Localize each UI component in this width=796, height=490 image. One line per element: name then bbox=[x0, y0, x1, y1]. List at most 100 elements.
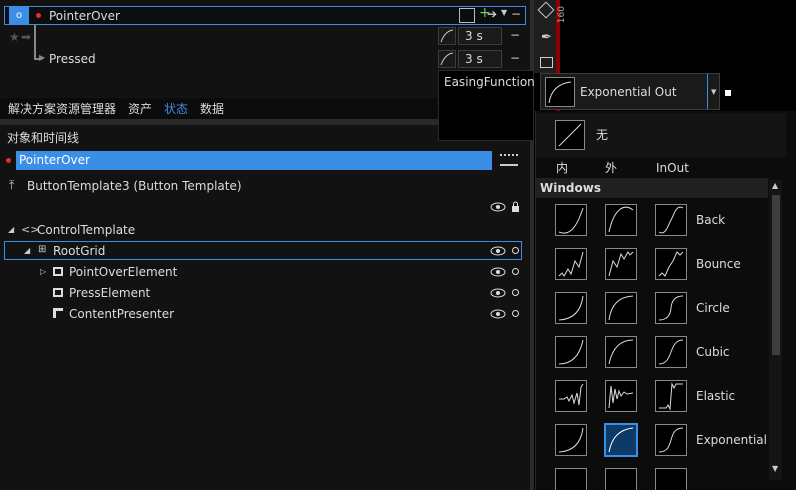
easing-next-inout[interactable] bbox=[655, 468, 687, 490]
easing-selected-value: Exponential Out bbox=[580, 85, 677, 99]
star-icon[interactable]: ★ bbox=[9, 30, 20, 44]
arrowhead-icon: ▶ bbox=[39, 53, 46, 62]
easing-back-in[interactable] bbox=[555, 204, 587, 236]
easing-exponential-out[interactable] bbox=[604, 423, 638, 457]
scope-up-icon[interactable]: ⤒ bbox=[9, 178, 14, 193]
transition-preview-icon[interactable] bbox=[459, 8, 475, 23]
tree-item-rootgrid[interactable]: RootGrid bbox=[53, 244, 105, 258]
mode-tab-out[interactable]: 外 bbox=[605, 161, 617, 175]
easing-mode-tabs: 内 外 InOut bbox=[536, 158, 786, 178]
lock-circle-icon[interactable] bbox=[512, 289, 519, 296]
easing-property-panel: EasingFunction bbox=[438, 70, 535, 141]
duration-field-2[interactable]: 3 s bbox=[458, 50, 502, 68]
easing-elastic-inout[interactable] bbox=[655, 380, 687, 412]
easing-label-cubic: Cubic bbox=[696, 345, 730, 359]
easing-cubic-inout[interactable] bbox=[655, 336, 687, 368]
easing-button-1[interactable] bbox=[438, 27, 456, 45]
easing-next-out[interactable] bbox=[605, 468, 637, 490]
rectangle-icon bbox=[53, 288, 63, 297]
tab-data[interactable]: 数据 bbox=[200, 100, 224, 118]
lock-circle-icon[interactable] bbox=[512, 268, 519, 275]
state-name: PointerOver bbox=[49, 9, 120, 23]
eye-icon[interactable] bbox=[490, 309, 506, 319]
select-divider bbox=[707, 74, 708, 109]
mode-tab-in[interactable]: 内 bbox=[556, 161, 568, 175]
collapse-icon[interactable]: ◢ bbox=[24, 246, 30, 255]
advanced-options-square[interactable] bbox=[725, 90, 731, 96]
grid-icon: ⊞ bbox=[38, 244, 47, 255]
tree-item-pointoverelement[interactable]: PointOverElement bbox=[69, 265, 177, 279]
duration-field-1[interactable]: 3 s bbox=[458, 27, 502, 45]
lock-circle-icon[interactable] bbox=[512, 310, 519, 317]
content-presenter-icon bbox=[53, 308, 63, 318]
lock-icon[interactable] bbox=[511, 201, 520, 212]
scroll-down-icon[interactable]: ▼ bbox=[772, 464, 778, 473]
rectangle-tool-icon[interactable] bbox=[540, 57, 553, 68]
timeline-icon[interactable] bbox=[500, 154, 518, 166]
eye-icon[interactable] bbox=[490, 288, 506, 298]
scroll-up-icon[interactable]: ▲ bbox=[772, 181, 778, 190]
easing-exponential-in[interactable] bbox=[555, 424, 587, 456]
transition-target-label: Pressed bbox=[49, 52, 96, 66]
recording-dot bbox=[36, 13, 41, 18]
eye-icon[interactable] bbox=[490, 202, 506, 212]
collapse-icon[interactable]: ◢ bbox=[8, 225, 14, 234]
easing-bounce-inout[interactable] bbox=[655, 248, 687, 280]
eye-icon[interactable] bbox=[490, 267, 506, 277]
remove-transition-icon-1[interactable]: − bbox=[510, 28, 520, 42]
easing-button-2[interactable] bbox=[438, 50, 456, 68]
easing-cubic-in[interactable] bbox=[555, 336, 587, 368]
easing-label-circle: Circle bbox=[696, 301, 730, 315]
easing-option-none[interactable]: 无 bbox=[536, 113, 786, 157]
tab-solution-explorer[interactable]: 解决方案资源管理器 bbox=[8, 100, 116, 118]
recording-state-name: PointerOver bbox=[19, 153, 90, 167]
tab-states[interactable]: 状态 bbox=[164, 100, 188, 118]
group-label: Windows bbox=[540, 181, 601, 195]
easing-next-in[interactable] bbox=[555, 468, 587, 490]
tab-assets[interactable]: 资产 bbox=[128, 100, 152, 118]
easing-back-inout[interactable] bbox=[655, 204, 687, 236]
ruler-mark: 160 bbox=[557, 6, 567, 24]
none-label: 无 bbox=[596, 128, 609, 142]
easing-bounce-in[interactable] bbox=[555, 248, 587, 280]
easing-group-header: Windows bbox=[536, 178, 768, 198]
easing-label-back: Back bbox=[696, 213, 726, 227]
remove-transition-icon-2[interactable]: − bbox=[510, 51, 520, 65]
easing-circle-inout[interactable] bbox=[655, 292, 687, 324]
delete-state-icon[interactable]: − bbox=[511, 7, 521, 21]
easing-cubic-out[interactable] bbox=[605, 336, 637, 368]
template-scope: ButtonTemplate3 (Button Template) bbox=[27, 179, 242, 193]
easing-elastic-in[interactable] bbox=[555, 380, 587, 412]
easing-elastic-out[interactable] bbox=[605, 380, 637, 412]
tree-item-presselement[interactable]: PressElement bbox=[69, 286, 150, 300]
arrow-right-icon: ➡ bbox=[21, 30, 32, 44]
expand-icon[interactable]: ▷ bbox=[40, 267, 46, 276]
tree-item-controltemplate[interactable]: ControlTemplate bbox=[37, 223, 135, 237]
eye-icon[interactable] bbox=[490, 246, 506, 256]
linear-icon bbox=[555, 120, 585, 150]
easing-label-bounce: Bounce bbox=[696, 257, 741, 271]
easing-circle-in[interactable] bbox=[555, 292, 587, 324]
easing-exponential-inout[interactable] bbox=[655, 424, 687, 456]
chevron-down-icon[interactable]: ▼ bbox=[711, 88, 716, 96]
scrollbar-thumb[interactable] bbox=[772, 195, 780, 355]
arrow-icon: ➔ bbox=[487, 7, 498, 21]
easing-bounce-out[interactable] bbox=[605, 248, 637, 280]
easing-circle-out[interactable] bbox=[605, 292, 637, 324]
easing-label-elastic: Elastic bbox=[696, 389, 736, 403]
mode-tab-inout[interactable]: InOut bbox=[656, 161, 689, 175]
state-row-pointerover[interactable]: o PointerOver + ➔ ▼ − bbox=[4, 5, 526, 25]
easing-preview-icon bbox=[545, 77, 575, 107]
state-recording-bar[interactable]: PointerOver bbox=[16, 151, 492, 170]
objects-panel-title: 对象和时间线 bbox=[7, 131, 80, 145]
pen-icon[interactable]: ✒ bbox=[541, 30, 552, 45]
easing-function-select[interactable]: Exponential Out ▼ bbox=[540, 73, 720, 110]
chevron-down-icon[interactable]: ▼ bbox=[501, 8, 507, 17]
lock-circle-icon[interactable] bbox=[512, 247, 519, 254]
easing-function-label: EasingFunction bbox=[444, 75, 535, 89]
transition-connector bbox=[34, 25, 36, 59]
tree-item-contentpresenter[interactable]: ContentPresenter bbox=[69, 307, 174, 321]
eraser-icon[interactable] bbox=[537, 1, 555, 19]
easing-back-out[interactable] bbox=[605, 204, 637, 236]
state-o-badge: o bbox=[9, 7, 29, 24]
